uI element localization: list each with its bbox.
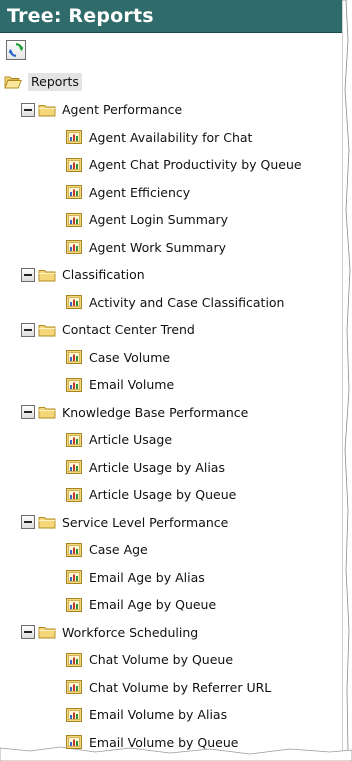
tree-node-label: Agent Availability for Chat (89, 129, 253, 145)
report-icon (66, 432, 82, 447)
tree-folder[interactable]: Workforce Scheduling (21, 620, 198, 644)
collapse-toggle-icon[interactable] (21, 102, 35, 117)
tree-node-label: Article Usage by Alias (89, 459, 225, 475)
tree-node-label: Activity and Case Classification (89, 294, 285, 310)
report-icon (66, 570, 82, 584)
report-icon (66, 240, 82, 254)
tree-node-label: Chat Volume by Queue (89, 652, 234, 667)
report-icon (66, 185, 82, 199)
tree-node-label: Agent Chat Productivity by Queue (89, 157, 302, 172)
tree-report-item[interactable]: Agent Chat Productivity by Queue (66, 153, 302, 177)
torn-edge-right (342, 0, 351, 752)
tree-node-label: Service Level Performance (62, 514, 229, 530)
collapse-toggle-icon[interactable] (21, 405, 35, 419)
tree-report-item[interactable]: Email Volume by Alias (66, 703, 227, 727)
folder-open-icon (4, 76, 22, 89)
tree-report-item[interactable]: Chat Volume by Referrer URL (66, 675, 271, 699)
tree-report-item[interactable]: Case Age (66, 538, 148, 562)
panel-title: Tree: Reports (0, 0, 342, 33)
tree-node-label: Reports (28, 73, 82, 91)
tree-report-item[interactable]: Article Usage by Queue (66, 483, 236, 507)
refresh-icon (8, 43, 24, 57)
reports-tree-panel: Tree: Reports Reports Agent Performance Ag… (0, 0, 352, 761)
report-icon (66, 377, 82, 392)
collapse-toggle-icon[interactable] (21, 267, 35, 282)
folder-icon (38, 324, 56, 336)
tree-node-label: Case Age (89, 542, 148, 557)
report-icon (66, 157, 82, 172)
folder-icon (38, 407, 56, 419)
tree-node-label: Email Age by Queue (89, 597, 217, 612)
tree-folder[interactable]: Knowledge Base Performance (21, 400, 248, 424)
folder-icon (38, 269, 56, 281)
tree-folder[interactable]: Service Level Performance (21, 510, 228, 534)
tree-node-label: Email Volume (89, 377, 175, 392)
tree-report-item[interactable]: Email Volume (66, 373, 174, 397)
report-icon (66, 707, 82, 722)
tree-node-label: Case Volume (89, 349, 171, 365)
tree-report-item[interactable]: Activity and Case Classification (66, 290, 284, 314)
report-icon (66, 350, 82, 364)
tree-node-label: Agent Work Summary (89, 239, 227, 255)
tree-report-item[interactable]: Email Age by Alias (66, 565, 205, 589)
folder-icon (38, 104, 56, 116)
tree-node-label: Workforce Scheduling (62, 624, 199, 640)
tree-folder[interactable]: Classification (21, 263, 145, 287)
report-icon (66, 212, 82, 227)
report-icon (66, 542, 82, 557)
folder-icon (38, 517, 56, 529)
tree-node-label: Article Usage (89, 432, 173, 447)
refresh-button[interactable] (6, 40, 26, 60)
report-icon (66, 130, 82, 144)
tree-report-item[interactable]: Article Usage by Alias (66, 455, 225, 479)
tree-report-item[interactable]: Agent Work Summary (66, 235, 226, 259)
tree-folder[interactable]: Agent Performance (21, 98, 182, 122)
tree-node-label: Email Age by Alias (89, 569, 205, 585)
report-icon (66, 735, 82, 749)
collapse-toggle-icon[interactable] (21, 515, 35, 529)
collapse-toggle-icon[interactable] (21, 625, 35, 639)
tree-report-item[interactable]: Chat Volume by Queue (66, 648, 233, 672)
report-icon (66, 597, 82, 612)
tree-report-item[interactable]: Email Volume by Queue (66, 730, 239, 754)
tree-folder[interactable]: Contact Center Trend (21, 318, 195, 342)
tree-node-label: Classification (62, 267, 145, 282)
folder-icon (38, 627, 56, 639)
tree-root-reports[interactable]: Reports (4, 70, 82, 94)
report-icon (66, 460, 82, 474)
tree-node-label: Email Volume by Queue (89, 734, 239, 750)
tree-node-label: Email Volume by Alias (89, 707, 228, 722)
tree-report-item[interactable]: Article Usage (66, 428, 172, 452)
tree-node-label: Knowledge Base Performance (62, 404, 249, 420)
tree-node-label: Agent Performance (62, 102, 183, 117)
tree-report-item[interactable]: Agent Efficiency (66, 180, 190, 204)
report-icon (66, 652, 82, 667)
tree-node-label: Agent Efficiency (89, 184, 191, 200)
tree-node-label: Agent Login Summary (89, 212, 229, 227)
tree-report-item[interactable]: Email Age by Queue (66, 593, 216, 617)
tree-report-item[interactable]: Agent Login Summary (66, 208, 228, 232)
tree-node-label: Contact Center Trend (62, 322, 195, 337)
tree-report-item[interactable]: Case Volume (66, 345, 170, 369)
report-icon (66, 295, 82, 309)
tree-node-label: Chat Volume by Referrer URL (89, 679, 272, 695)
tree-report-item[interactable]: Agent Availability for Chat (66, 125, 252, 149)
report-icon (66, 487, 82, 502)
collapse-toggle-icon[interactable] (21, 322, 35, 337)
tree-node-label: Article Usage by Queue (89, 487, 237, 502)
report-icon (66, 680, 82, 694)
